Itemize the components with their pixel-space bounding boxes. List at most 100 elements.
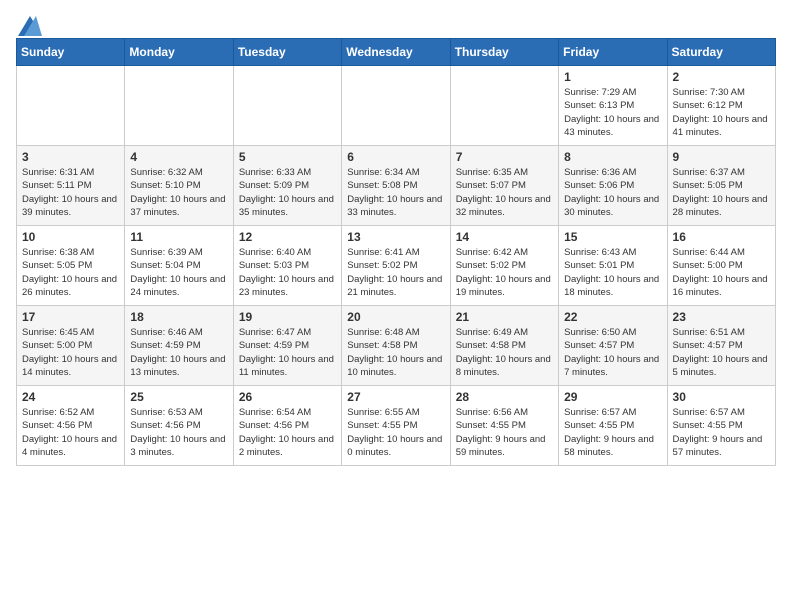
- weekday-header: Sunday: [17, 39, 125, 66]
- calendar-cell: 17 Sunrise: 6:45 AM Sunset: 5:00 PM Dayli…: [17, 306, 125, 386]
- calendar-week-row: 17 Sunrise: 6:45 AM Sunset: 5:00 PM Dayli…: [17, 306, 776, 386]
- calendar-cell: 24Sunrise: 6:52 AM Sunset: 4:56 PM Dayli…: [17, 386, 125, 466]
- day-info: Sunrise: 6:53 AM Sunset: 4:56 PM Dayligh…: [130, 406, 227, 459]
- calendar-week-row: 3Sunrise: 6:31 AM Sunset: 5:11 PM Daylig…: [17, 146, 776, 226]
- day-info: Sunrise: 6:57 AM Sunset: 4:55 PM Dayligh…: [564, 406, 661, 459]
- weekday-header-row: SundayMondayTuesdayWednesdayThursdayFrid…: [17, 39, 776, 66]
- day-number: 30: [673, 390, 770, 404]
- day-info: Sunrise: 6:40 AM Sunset: 5:03 PM Dayligh…: [239, 246, 336, 299]
- calendar-cell: [233, 66, 341, 146]
- logo-icon: [18, 16, 42, 36]
- day-number: 18: [130, 310, 227, 324]
- calendar-cell: 27 Sunrise: 6:55 AM Sunset: 4:55 PM Dayli…: [342, 386, 450, 466]
- calendar-cell: 20 Sunrise: 6:48 AM Sunset: 4:58 PM Dayli…: [342, 306, 450, 386]
- day-number: 27: [347, 390, 444, 404]
- day-info: Sunrise: 6:47 AM Sunset: 4:59 PM Dayligh…: [239, 326, 336, 379]
- calendar-cell: 26 Sunrise: 6:54 AM Sunset: 4:56 PM Dayli…: [233, 386, 341, 466]
- day-number: 8: [564, 150, 661, 164]
- calendar-cell: 22 Sunrise: 6:50 AM Sunset: 4:57 PM Dayli…: [559, 306, 667, 386]
- page-header: [16, 16, 776, 32]
- day-number: 28: [456, 390, 553, 404]
- day-info: Sunrise: 6:45 AM Sunset: 5:00 PM Dayligh…: [22, 326, 119, 379]
- day-info: Sunrise: 6:32 AM Sunset: 5:10 PM Dayligh…: [130, 166, 227, 219]
- calendar: SundayMondayTuesdayWednesdayThursdayFrid…: [16, 38, 776, 466]
- weekday-header: Wednesday: [342, 39, 450, 66]
- day-number: 17: [22, 310, 119, 324]
- logo: [16, 16, 42, 32]
- day-info: Sunrise: 6:41 AM Sunset: 5:02 PM Dayligh…: [347, 246, 444, 299]
- weekday-header: Friday: [559, 39, 667, 66]
- calendar-week-row: 1 Sunrise: 7:29 AM Sunset: 6:13 PM Daylig…: [17, 66, 776, 146]
- calendar-cell: 11 Sunrise: 6:39 AM Sunset: 5:04 PM Dayli…: [125, 226, 233, 306]
- calendar-cell: 9Sunrise: 6:37 AM Sunset: 5:05 PM Daylig…: [667, 146, 775, 226]
- day-info: Sunrise: 6:35 AM Sunset: 5:07 PM Dayligh…: [456, 166, 553, 219]
- day-number: 22: [564, 310, 661, 324]
- day-number: 6: [347, 150, 444, 164]
- calendar-cell: 25Sunrise: 6:53 AM Sunset: 4:56 PM Dayli…: [125, 386, 233, 466]
- calendar-cell: 23 Sunrise: 6:51 AM Sunset: 4:57 PM Dayli…: [667, 306, 775, 386]
- calendar-cell: [342, 66, 450, 146]
- calendar-cell: 29Sunrise: 6:57 AM Sunset: 4:55 PM Dayli…: [559, 386, 667, 466]
- day-info: Sunrise: 6:49 AM Sunset: 4:58 PM Dayligh…: [456, 326, 553, 379]
- day-number: 26: [239, 390, 336, 404]
- day-info: Sunrise: 6:43 AM Sunset: 5:01 PM Dayligh…: [564, 246, 661, 299]
- weekday-header: Monday: [125, 39, 233, 66]
- day-info: Sunrise: 6:54 AM Sunset: 4:56 PM Dayligh…: [239, 406, 336, 459]
- calendar-cell: 19Sunrise: 6:47 AM Sunset: 4:59 PM Dayli…: [233, 306, 341, 386]
- calendar-cell: 4 Sunrise: 6:32 AM Sunset: 5:10 PM Daylig…: [125, 146, 233, 226]
- day-info: Sunrise: 6:50 AM Sunset: 4:57 PM Dayligh…: [564, 326, 661, 379]
- day-number: 16: [673, 230, 770, 244]
- day-info: Sunrise: 6:56 AM Sunset: 4:55 PM Dayligh…: [456, 406, 553, 459]
- day-info: Sunrise: 6:39 AM Sunset: 5:04 PM Dayligh…: [130, 246, 227, 299]
- calendar-cell: [125, 66, 233, 146]
- calendar-cell: 8 Sunrise: 6:36 AM Sunset: 5:06 PM Daylig…: [559, 146, 667, 226]
- calendar-cell: 18 Sunrise: 6:46 AM Sunset: 4:59 PM Dayli…: [125, 306, 233, 386]
- day-number: 5: [239, 150, 336, 164]
- calendar-cell: 15 Sunrise: 6:43 AM Sunset: 5:01 PM Dayli…: [559, 226, 667, 306]
- calendar-cell: 21 Sunrise: 6:49 AM Sunset: 4:58 PM Dayli…: [450, 306, 558, 386]
- day-number: 21: [456, 310, 553, 324]
- calendar-cell: 7 Sunrise: 6:35 AM Sunset: 5:07 PM Daylig…: [450, 146, 558, 226]
- calendar-cell: 5 Sunrise: 6:33 AM Sunset: 5:09 PM Daylig…: [233, 146, 341, 226]
- day-number: 2: [673, 70, 770, 84]
- day-number: 13: [347, 230, 444, 244]
- day-info: Sunrise: 6:38 AM Sunset: 5:05 PM Dayligh…: [22, 246, 119, 299]
- calendar-cell: 10 Sunrise: 6:38 AM Sunset: 5:05 PM Dayli…: [17, 226, 125, 306]
- day-number: 7: [456, 150, 553, 164]
- day-info: Sunrise: 6:33 AM Sunset: 5:09 PM Dayligh…: [239, 166, 336, 219]
- day-info: Sunrise: 7:29 AM Sunset: 6:13 PM Dayligh…: [564, 86, 661, 139]
- calendar-cell: 30 Sunrise: 6:57 AM Sunset: 4:55 PM Dayli…: [667, 386, 775, 466]
- calendar-cell: [17, 66, 125, 146]
- day-info: Sunrise: 6:48 AM Sunset: 4:58 PM Dayligh…: [347, 326, 444, 379]
- day-number: 23: [673, 310, 770, 324]
- day-info: Sunrise: 6:52 AM Sunset: 4:56 PM Dayligh…: [22, 406, 119, 459]
- day-info: Sunrise: 6:44 AM Sunset: 5:00 PM Dayligh…: [673, 246, 770, 299]
- calendar-cell: 3Sunrise: 6:31 AM Sunset: 5:11 PM Daylig…: [17, 146, 125, 226]
- day-number: 14: [456, 230, 553, 244]
- calendar-cell: 28 Sunrise: 6:56 AM Sunset: 4:55 PM Dayli…: [450, 386, 558, 466]
- calendar-cell: 12Sunrise: 6:40 AM Sunset: 5:03 PM Dayli…: [233, 226, 341, 306]
- day-number: 20: [347, 310, 444, 324]
- day-info: Sunrise: 6:57 AM Sunset: 4:55 PM Dayligh…: [673, 406, 770, 459]
- day-info: Sunrise: 6:36 AM Sunset: 5:06 PM Dayligh…: [564, 166, 661, 219]
- day-info: Sunrise: 6:46 AM Sunset: 4:59 PM Dayligh…: [130, 326, 227, 379]
- calendar-week-row: 24Sunrise: 6:52 AM Sunset: 4:56 PM Dayli…: [17, 386, 776, 466]
- calendar-cell: 14 Sunrise: 6:42 AM Sunset: 5:02 PM Dayli…: [450, 226, 558, 306]
- calendar-cell: 1 Sunrise: 7:29 AM Sunset: 6:13 PM Daylig…: [559, 66, 667, 146]
- calendar-cell: [450, 66, 558, 146]
- day-info: Sunrise: 6:51 AM Sunset: 4:57 PM Dayligh…: [673, 326, 770, 379]
- day-info: Sunrise: 6:55 AM Sunset: 4:55 PM Dayligh…: [347, 406, 444, 459]
- day-number: 10: [22, 230, 119, 244]
- weekday-header: Thursday: [450, 39, 558, 66]
- day-info: Sunrise: 6:34 AM Sunset: 5:08 PM Dayligh…: [347, 166, 444, 219]
- day-number: 1: [564, 70, 661, 84]
- day-info: Sunrise: 6:42 AM Sunset: 5:02 PM Dayligh…: [456, 246, 553, 299]
- calendar-cell: 16 Sunrise: 6:44 AM Sunset: 5:00 PM Dayli…: [667, 226, 775, 306]
- day-info: Sunrise: 7:30 AM Sunset: 6:12 PM Dayligh…: [673, 86, 770, 139]
- day-number: 4: [130, 150, 227, 164]
- calendar-cell: 6 Sunrise: 6:34 AM Sunset: 5:08 PM Daylig…: [342, 146, 450, 226]
- calendar-cell: 13 Sunrise: 6:41 AM Sunset: 5:02 PM Dayli…: [342, 226, 450, 306]
- day-number: 15: [564, 230, 661, 244]
- day-info: Sunrise: 6:37 AM Sunset: 5:05 PM Dayligh…: [673, 166, 770, 219]
- day-number: 11: [130, 230, 227, 244]
